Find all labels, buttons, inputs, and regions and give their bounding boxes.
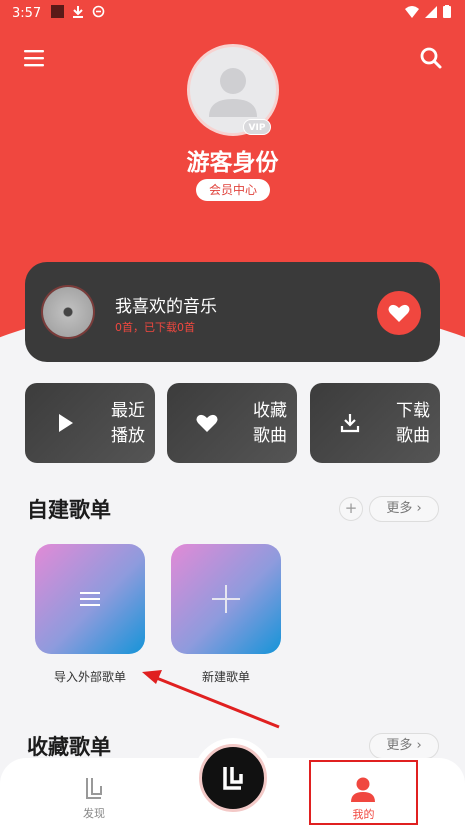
- favorite-heart-button[interactable]: [377, 291, 421, 335]
- new-playlist-cover[interactable]: [171, 544, 281, 654]
- sync-notification-icon: [92, 5, 105, 22]
- collected-songs-label: 收藏歌曲: [253, 401, 287, 446]
- status-bar: 3:57: [0, 0, 465, 26]
- tab-discover[interactable]: 发现: [72, 776, 116, 821]
- search-icon: [420, 47, 442, 69]
- vip-badge: VIP: [243, 119, 271, 135]
- collected-playlists-title: 收藏歌单: [27, 735, 111, 759]
- battery-icon: [443, 5, 451, 22]
- player-button[interactable]: [193, 738, 273, 818]
- new-playlist-label[interactable]: 新建歌单: [161, 668, 291, 685]
- user-icon: [351, 777, 375, 802]
- vinyl-disc-icon: [43, 287, 93, 337]
- list-icon: [80, 592, 100, 606]
- menu-button[interactable]: [22, 48, 46, 68]
- menu-icon: [24, 50, 44, 67]
- nickname: 游客身份: [186, 150, 279, 176]
- collected-playlists-more-button[interactable]: 更多 ›: [369, 733, 439, 759]
- download-icon: [340, 414, 360, 433]
- downloaded-songs-button[interactable]: 下载歌曲: [310, 383, 440, 463]
- add-playlist-button[interactable]: +: [339, 497, 363, 521]
- created-playlists-title: 自建歌单: [27, 498, 111, 522]
- member-center-button[interactable]: 会员中心: [196, 179, 270, 201]
- tab-mine[interactable]: 我的: [309, 760, 418, 825]
- app-notification-icon: [51, 4, 65, 22]
- player-disc: [199, 744, 267, 812]
- plus-icon: [212, 585, 240, 613]
- import-playlist-cover[interactable]: [35, 544, 145, 654]
- recent-play-button[interactable]: 最近播放: [25, 383, 155, 463]
- tab-mine-label: 我的: [352, 808, 375, 821]
- import-playlist-label[interactable]: 导入外部歌单: [25, 668, 155, 685]
- downloaded-songs-label: 下载歌曲: [396, 401, 430, 446]
- app-logo-icon: [223, 767, 243, 790]
- download-notification-icon: [72, 5, 84, 22]
- recent-play-label: 最近播放: [111, 401, 145, 446]
- tab-discover-label: 发现: [83, 807, 105, 820]
- favorite-music-count: 0首，已下载0首: [115, 321, 195, 334]
- favorite-music-card[interactable]: 我喜欢的音乐 0首，已下载0首: [25, 262, 440, 362]
- search-button[interactable]: [419, 46, 443, 70]
- status-time: 3:57: [12, 5, 42, 21]
- signal-icon: [425, 5, 437, 22]
- play-icon: [59, 414, 73, 432]
- favorite-music-title: 我喜欢的音乐: [115, 297, 217, 317]
- heart-icon: [388, 304, 410, 322]
- heart-icon: [196, 414, 218, 432]
- wifi-icon: [405, 5, 419, 22]
- created-playlists-more-button[interactable]: 更多 ›: [369, 496, 439, 522]
- collected-songs-button[interactable]: 收藏歌曲: [167, 383, 297, 463]
- discover-icon: [86, 778, 102, 799]
